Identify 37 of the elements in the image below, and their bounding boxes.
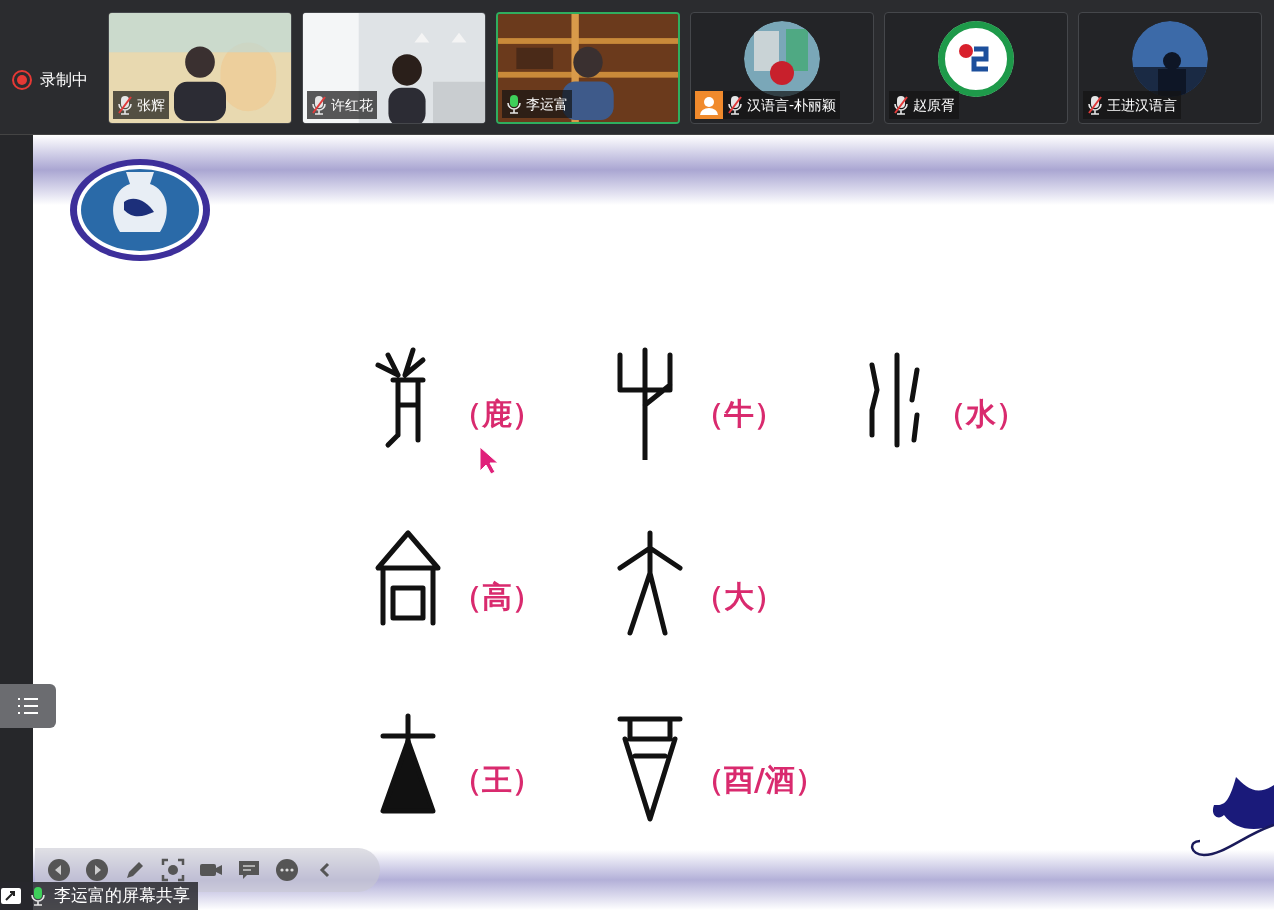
microphone-icon	[30, 886, 46, 906]
screenshot-icon[interactable]	[161, 858, 185, 882]
share-screen-icon	[0, 887, 22, 905]
participant-name-label: 汉语言-朴丽颖	[723, 91, 841, 119]
participant-name-label: 许红花	[307, 91, 377, 119]
muted-microphone-icon	[893, 95, 909, 115]
microphone-icon	[506, 94, 522, 114]
next-icon[interactable]	[85, 858, 109, 882]
participant-avatar-tile[interactable]: 汉语言-朴丽颖	[690, 12, 874, 124]
muted-microphone-icon	[1087, 95, 1103, 115]
participant-video-tile[interactable]: 李运富	[496, 12, 680, 124]
previous-icon[interactable]	[47, 858, 71, 882]
chat-icon[interactable]	[237, 858, 261, 882]
recording-label: 录制中	[40, 69, 88, 91]
participant-video-tile[interactable]: 许红花	[302, 12, 486, 124]
character-label: （酉/酒）	[694, 761, 825, 799]
participant-name-label: 赵原胥	[889, 91, 959, 119]
participant-video-tile[interactable]: 张辉	[108, 12, 292, 124]
list-icon	[16, 696, 40, 716]
screen-share-label: 李运富的屏幕共享	[0, 882, 198, 910]
character-label: （水）	[936, 395, 1026, 433]
participant-avatar-tile[interactable]: 王进汉语言	[1078, 12, 1262, 124]
muted-microphone-icon	[311, 95, 327, 115]
character-label: （鹿）	[452, 395, 542, 433]
list-button[interactable]	[0, 684, 56, 728]
character-label: （王）	[452, 761, 542, 799]
muted-microphone-icon	[727, 95, 743, 115]
more-icon[interactable]	[275, 858, 299, 882]
participant-avatar-tile[interactable]: 赵原胥	[884, 12, 1068, 124]
participant-name-label: 王进汉语言	[1083, 91, 1181, 119]
character-label: （高）	[452, 578, 542, 616]
cursor-icon	[478, 445, 498, 475]
character-label: （牛）	[694, 395, 784, 433]
muted-microphone-icon	[117, 95, 133, 115]
participant-name-label: 李运富	[502, 90, 572, 118]
participant-name-label: 张辉	[113, 91, 169, 119]
character-label: （大）	[694, 578, 784, 616]
